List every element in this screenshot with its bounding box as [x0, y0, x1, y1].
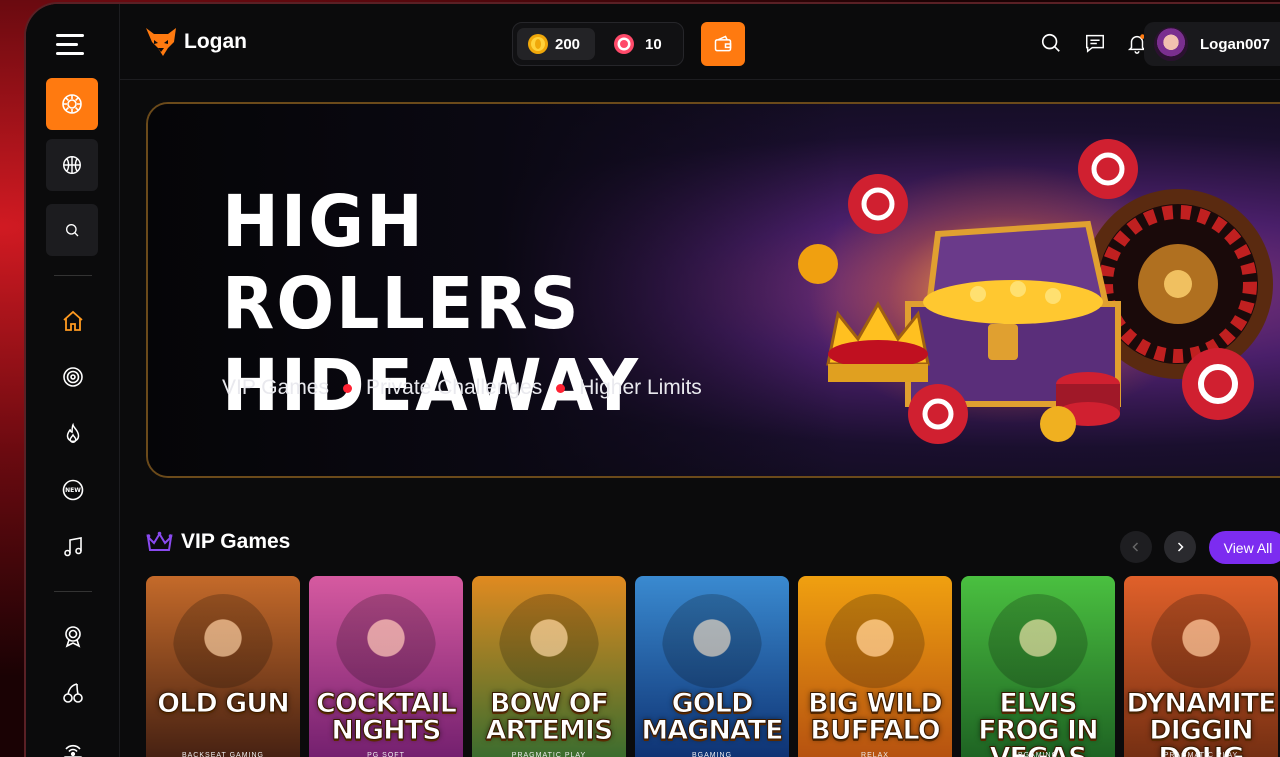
wallet-button[interactable] [701, 22, 745, 66]
chat-icon[interactable] [1082, 30, 1108, 56]
avatar [1154, 27, 1188, 61]
coin-amount: 200 [555, 35, 581, 53]
carousel-prev-button[interactable] [1120, 531, 1152, 563]
sidebar-divider [54, 275, 92, 276]
brand-name: Logan [184, 30, 247, 53]
coin-balance[interactable]: 200 [517, 28, 595, 60]
award-icon[interactable] [56, 619, 90, 653]
search-icon[interactable] [46, 204, 98, 256]
gem-amount: 10 [645, 35, 662, 53]
game-card[interactable]: GOLD MAGNATE BGAMING [635, 576, 789, 757]
view-all-button[interactable]: View All [1209, 531, 1280, 564]
sports-ball-icon[interactable] [46, 139, 98, 191]
sidebar: NEW LIVE [26, 4, 120, 757]
svg-text:NEW: NEW [65, 487, 81, 494]
carousel-next-button[interactable] [1164, 531, 1196, 563]
game-card[interactable]: DYNAMITE DIGGIN DOUG PRAGMATIC PLAY [1124, 576, 1278, 757]
game-provider: PRAGMATIC PLAY [1163, 752, 1239, 757]
sidebar-divider [54, 591, 92, 592]
game-provider: PG SOFT [367, 752, 405, 757]
game-card[interactable]: BOW OF ARTEMIS PRAGMATIC PLAY [472, 576, 626, 757]
casino-chip-icon[interactable] [46, 78, 98, 130]
game-title: BOW OF ARTEMIS [485, 688, 614, 746]
new-badge-icon[interactable]: NEW [56, 473, 90, 507]
banner-tag: VIP Games [222, 376, 329, 399]
gem-balance[interactable]: 10 [613, 28, 662, 60]
game-title: COCKTAIL NIGHTS [316, 688, 458, 746]
chip-token-icon [614, 34, 634, 54]
game-title: GOLD MAGNATE [641, 688, 784, 746]
fox-logo-icon [146, 28, 176, 56]
user-menu[interactable]: Logan007 [1144, 22, 1280, 66]
section-title: VIP Games [181, 530, 291, 553]
game-provider: BACKSEAT GAMING [181, 752, 265, 757]
crown-icon [146, 531, 173, 551]
music-icon[interactable] [56, 530, 90, 564]
game-card[interactable]: COCKTAIL NIGHTS PG SOFT [309, 576, 463, 757]
live-icon[interactable]: LIVE [56, 736, 90, 757]
banner-tag: Higher Limits [579, 376, 702, 399]
balance-widget[interactable]: 200 10 [512, 22, 684, 66]
game-provider: PRAGMATIC PLAY [511, 752, 587, 757]
game-provider: BGAMING [691, 752, 733, 757]
game-provider: BGAMING [1017, 752, 1059, 757]
game-title: BIG WILD BUFFALO [808, 688, 944, 746]
chevron-left-icon [1132, 542, 1139, 552]
banner-tag: Private Challenges [366, 376, 543, 399]
game-provider: RELAX [861, 752, 889, 757]
treasure-chest-illustration [798, 139, 1273, 444]
fire-icon[interactable] [56, 417, 90, 451]
search-icon[interactable] [1038, 30, 1064, 56]
game-card[interactable]: BIG WILD BUFFALO RELAX [798, 576, 952, 757]
top-bar: Logan 200 10 Logan007 [120, 4, 1280, 80]
separator-dot [343, 383, 352, 393]
game-title: OLD GUN [157, 688, 291, 719]
wallet-icon [714, 35, 732, 52]
username: Logan007 [1200, 35, 1271, 53]
game-title: ELVIS FROG IN VEGAS [978, 688, 1099, 757]
separator-dot [556, 383, 566, 393]
chevron-right-icon [1177, 542, 1184, 552]
home-icon[interactable] [56, 304, 90, 338]
game-card[interactable]: ELVIS FROG IN VEGAS BGAMING [961, 576, 1115, 757]
menu-icon[interactable] [54, 30, 88, 60]
banner-title-line1: HIGH ROLLERS [222, 181, 581, 346]
cherries-icon[interactable] [56, 676, 90, 710]
target-icon[interactable] [56, 360, 90, 394]
app-window: NEW LIVE Logan 200 [24, 2, 1280, 757]
logo[interactable]: Logan [144, 26, 247, 58]
promo-banner[interactable]: HIGH ROLLERS HIDEAWAY VIP Games Private … [146, 102, 1280, 478]
game-title: DYNAMITE DIGGIN DOUG [1126, 688, 1277, 757]
game-carousel: OLD GUN BACKSEAT GAMING COCKTAIL NIGHTS … [146, 576, 1278, 757]
section-header: VIP Games [146, 530, 290, 554]
banner-tags: VIP Games Private Challenges Higher Limi… [222, 376, 702, 400]
coin-icon [528, 34, 548, 54]
game-card[interactable]: OLD GUN BACKSEAT GAMING [146, 576, 300, 757]
